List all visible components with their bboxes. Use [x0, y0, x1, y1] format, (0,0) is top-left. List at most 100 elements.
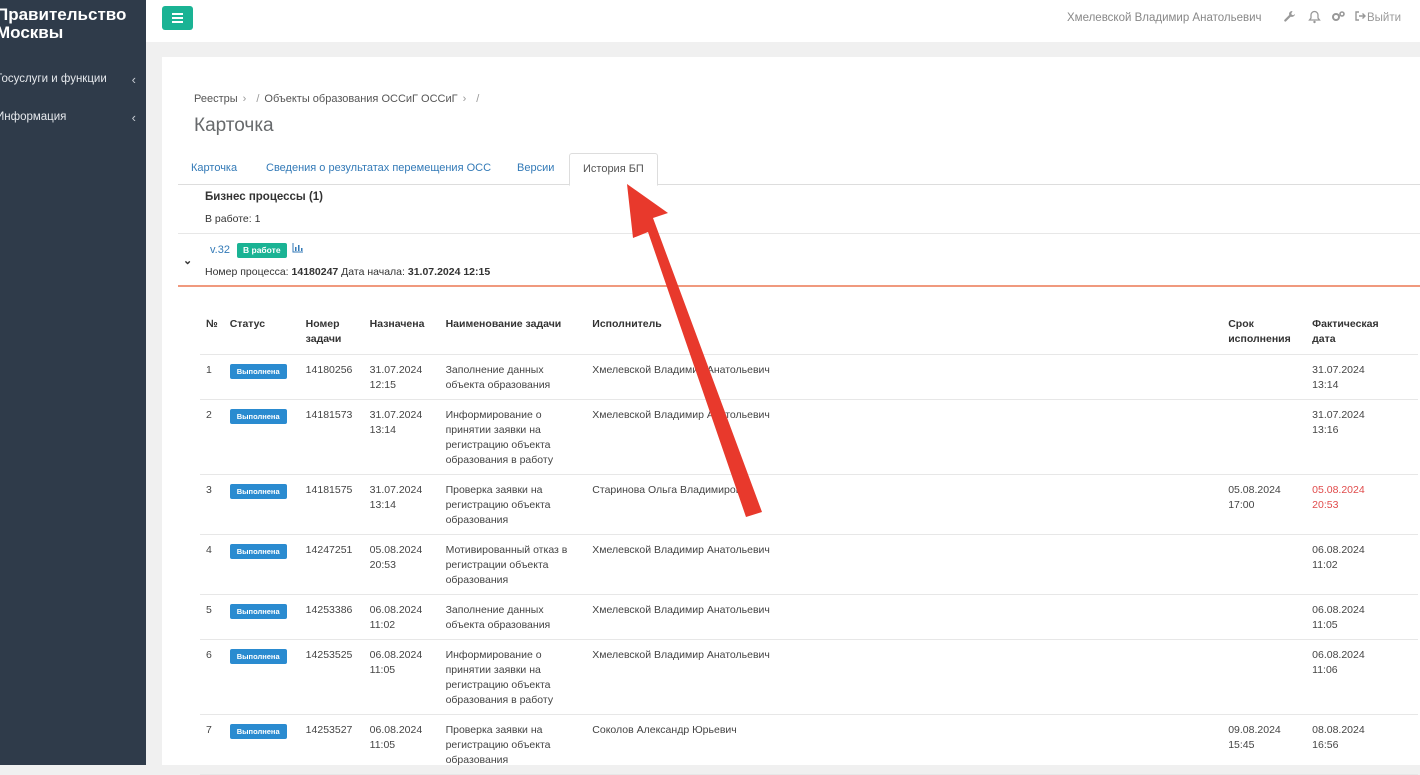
tab-versions[interactable]: Версии [517, 153, 554, 183]
cell-task-name: Информирование о принятии заявки на реги… [439, 399, 587, 475]
cell-status: Выполнена [223, 474, 300, 535]
row-number: 3 [206, 484, 212, 496]
cell-actual-date: 08.08.2024 16:56 [1306, 714, 1418, 775]
table-row[interactable]: 7 Выполнена 14253527 06.08.2024 11:05 Проверк… [200, 714, 1418, 775]
chevron-down-icon[interactable]: ⌄ [183, 254, 192, 267]
sidebar-item-information[interactable]: Информация ‹ [0, 110, 136, 125]
tab-bp-history[interactable]: История БП [569, 153, 658, 186]
deadline-date: 09.08.2024 [1228, 724, 1281, 736]
process-info: Номер процесса: 14180247 Дата начала: 31… [205, 266, 490, 278]
status-badge-in-work: В работе [237, 243, 287, 258]
wrench-icon[interactable] [1283, 10, 1296, 26]
page-title: Карточка [194, 115, 274, 136]
brand-line-1: Правительство [0, 5, 127, 24]
cell-deadline [1222, 639, 1307, 715]
cell-assigned: 31.07.2024 13:14 [363, 399, 440, 475]
task-number[interactable]: 14253386 [306, 604, 353, 616]
actual-date: 06.08.2024 [1312, 544, 1365, 556]
task-number[interactable]: 14181575 [306, 484, 353, 496]
process-divider [178, 285, 1420, 287]
row-number: 6 [206, 649, 212, 661]
breadcrumb-slash: / [256, 93, 260, 105]
assigned-date: 31.07.2024 [369, 484, 423, 496]
table-row[interactable]: 2 Выполнена 14181573 31.07.2024 13:14 Информи… [200, 399, 1418, 475]
breadcrumb-item-objects[interactable]: Объекты образования ОССиГ ОССиГ [264, 93, 457, 105]
column-header-num[interactable]: № [200, 312, 224, 355]
bp-section-title: Бизнес процессы (1) [205, 191, 324, 203]
header-line: Срок [1228, 318, 1254, 330]
top-navbar: Хмелевской Владимир Анатольевич Выйти [146, 0, 1420, 42]
assigned-time: 11:05 [369, 739, 396, 751]
table-row[interactable]: 4 Выполнена 14247251 05.08.2024 20:53 Мотивир… [200, 534, 1418, 595]
table-row[interactable]: 6 Выполнена 14253525 06.08.2024 11:05 Информи… [200, 639, 1418, 715]
process-number-label: Номер процесса: [205, 266, 289, 278]
actual-date: 06.08.2024 [1312, 649, 1365, 661]
executor-name: Хмелевской Владимир Анатольевич [592, 604, 770, 616]
status-badge: Выполнена [229, 364, 287, 379]
tab-bar: Карточка Сведения о результатах перемеще… [178, 153, 1420, 186]
assigned-date: 31.07.2024 [369, 364, 423, 376]
task-number[interactable]: 14247251 [306, 544, 353, 556]
row-number: 7 [206, 724, 212, 736]
assigned-time: 20:53 [369, 559, 396, 571]
task-number[interactable]: 14253525 [306, 649, 353, 661]
actual-date: 06.08.2024 [1312, 604, 1365, 616]
column-header-task-number[interactable]: Номер задачи [299, 312, 364, 355]
tab-relocation-results[interactable]: Сведения о результатах перемещения ОСС [266, 153, 491, 183]
header-line: дата [1312, 333, 1336, 345]
cell-deadline: 05.08.2024 17:00 [1222, 474, 1307, 535]
column-header-executor[interactable]: Исполнитель [586, 312, 1223, 355]
assigned-date: 06.08.2024 [369, 604, 423, 616]
bp-in-work-count: В работе: 1 [205, 213, 261, 225]
task-number[interactable]: 14180256 [306, 364, 353, 376]
table-row[interactable]: 5 Выполнена 14253386 06.08.2024 11:02 Заполне… [200, 594, 1418, 640]
logout-link[interactable]: Выйти [1367, 12, 1401, 24]
cell-actual-date: 06.08.2024 11:06 [1306, 639, 1418, 715]
breadcrumb-separator: › [242, 93, 247, 105]
cell-assigned: 06.08.2024 11:05 [363, 714, 440, 775]
cell-assigned: 05.08.2024 20:53 [363, 534, 440, 595]
task-number[interactable]: 14253527 [306, 724, 353, 736]
cell-assigned: 31.07.2024 12:15 [363, 354, 440, 400]
cell-deadline [1222, 399, 1307, 475]
tab-card[interactable]: Карточка [191, 153, 237, 183]
cell-task-number: 14180256 [299, 354, 364, 400]
task-name: Заполнение данных объекта образования [445, 364, 551, 391]
bar-chart-icon[interactable] [292, 243, 303, 256]
process-version-link[interactable]: v.32 [210, 244, 230, 256]
sidebar-item-services[interactable]: Госуслуги и функции ‹ [0, 72, 136, 87]
assigned-date: 31.07.2024 [369, 409, 423, 421]
cell-num: 6 [200, 639, 224, 715]
gears-icon[interactable] [1331, 10, 1345, 26]
table-row[interactable]: 3 Выполнена 14181575 31.07.2024 13:14 Проверк… [200, 474, 1418, 535]
cell-status: Выполнена [223, 354, 300, 400]
cell-executor: Старинова Ольга Владимировна [586, 474, 1223, 535]
column-header-actual-date[interactable]: Фактическая дата [1306, 312, 1418, 355]
table-row[interactable]: 1 Выполнена 14180256 31.07.2024 12:15 Заполне… [200, 354, 1418, 400]
column-header-assigned[interactable]: Назначена [363, 312, 440, 355]
column-header-status[interactable]: Статус [223, 312, 300, 355]
cell-actual-date: 31.07.2024 13:14 [1306, 354, 1418, 400]
header-line: Номер [305, 318, 340, 330]
task-number[interactable]: 14181573 [306, 409, 353, 421]
executor-name: Хмелевской Владимир Анатольевич [592, 364, 770, 376]
cell-num: 5 [200, 594, 224, 640]
column-header-deadline[interactable]: Срок исполнения [1222, 312, 1307, 355]
header-line: исполнения [1228, 333, 1291, 345]
status-badge: Выполнена [229, 724, 287, 739]
current-user-name[interactable]: Хмелевской Владимир Анатольевич [1067, 12, 1262, 24]
status-badge: Выполнена [229, 409, 287, 424]
task-name: Информирование о принятии заявки на реги… [445, 409, 554, 466]
breadcrumb-item-registries[interactable]: Реестры [194, 93, 238, 105]
menu-toggle-button[interactable] [162, 6, 193, 30]
column-header-task-name[interactable]: Наименование задачи [439, 312, 587, 355]
assigned-date: 05.08.2024 [369, 544, 423, 556]
tasks-table: № Статус Номер задачи Назначена Наименова… [200, 312, 1418, 775]
cell-task-number: 14253527 [299, 714, 364, 775]
bell-icon[interactable] [1308, 10, 1321, 27]
cell-task-name: Заполнение данных объекта образования [439, 354, 587, 400]
actual-date: 31.07.2024 [1312, 364, 1365, 376]
cell-executor: Хмелевской Владимир Анатольевич [586, 399, 1223, 475]
brand-logo-text[interactable]: Правительство Москвы [0, 6, 146, 42]
row-number: 4 [206, 544, 212, 556]
